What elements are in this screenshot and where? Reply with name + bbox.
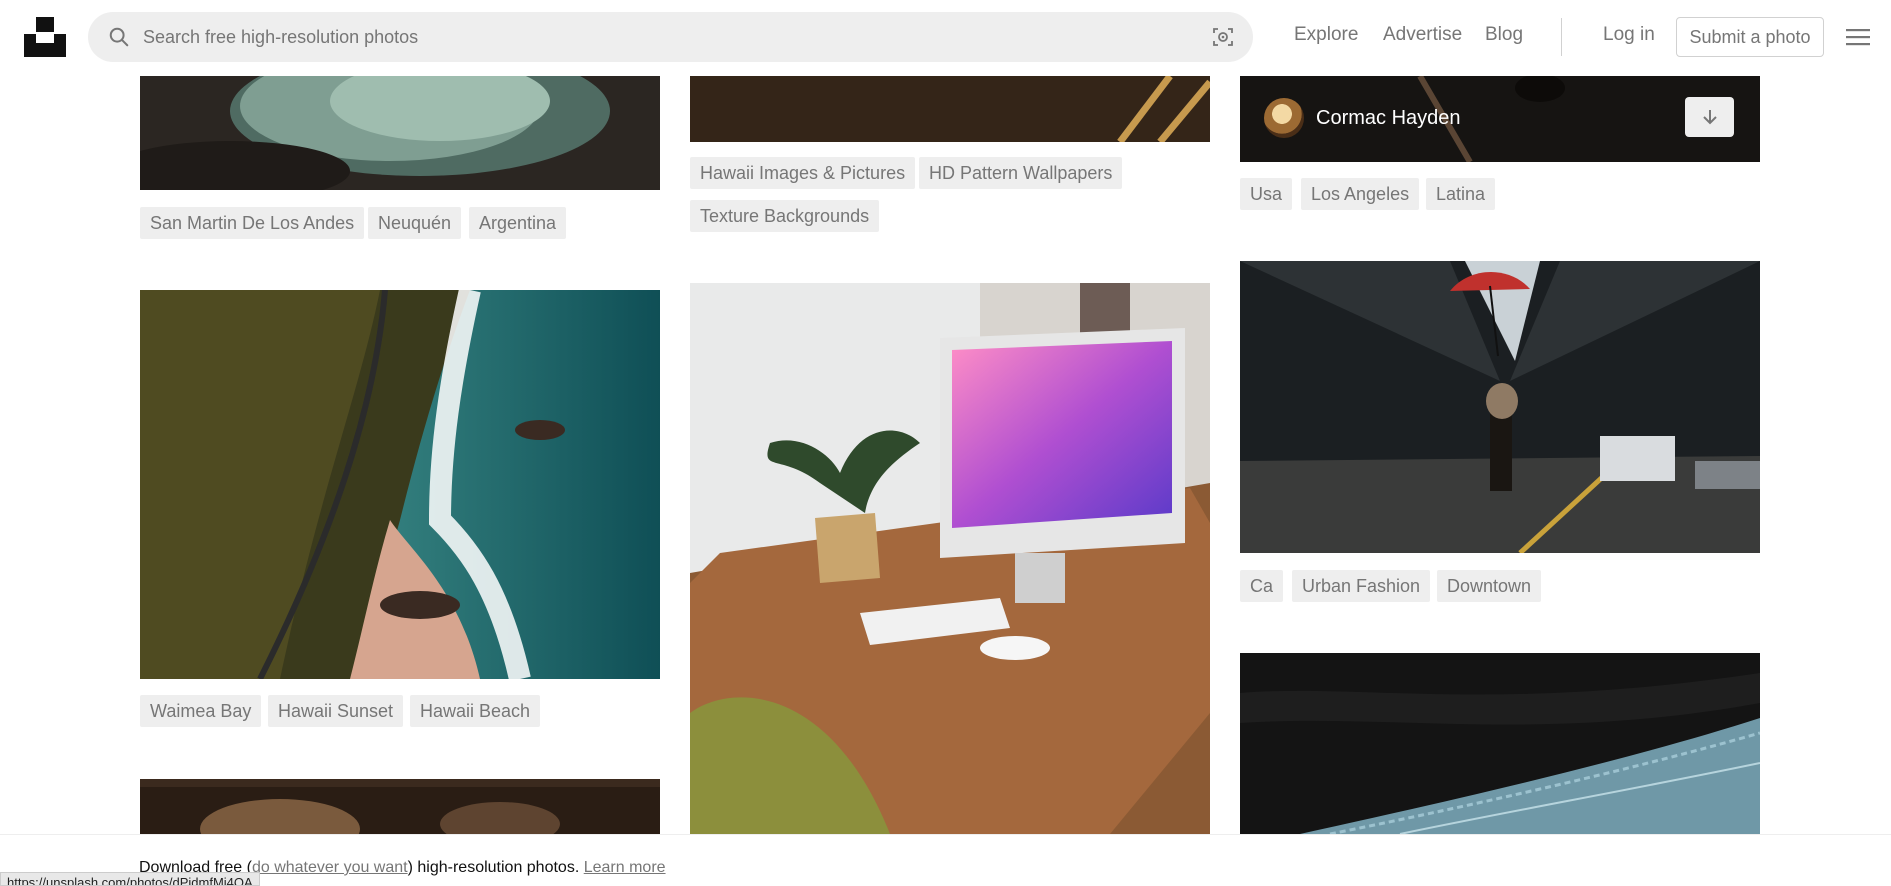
submit-photo-button[interactable]: Submit a photo	[1676, 17, 1824, 57]
tag-chip[interactable]: Waimea Bay	[140, 695, 262, 727]
author-avatar[interactable]	[1264, 98, 1304, 138]
banner-middle: ) high-resolution photos.	[407, 859, 584, 876]
unsplash-logo-icon[interactable]	[24, 15, 66, 57]
arrow-down-icon	[1702, 110, 1717, 125]
tag-chip[interactable]: HD Pattern Wallpapers	[919, 157, 1123, 189]
photo-wood-texture[interactable]	[690, 76, 1210, 142]
photo-denim-fabric[interactable]	[1240, 653, 1760, 834]
learn-more-link[interactable]: Learn more	[584, 859, 666, 876]
tag-chip[interactable]: Los Angeles	[1301, 178, 1420, 210]
license-link[interactable]: do whatever you want	[252, 859, 408, 876]
tag-chip[interactable]: Usa	[1240, 178, 1293, 210]
photo-urban-umbrella[interactable]	[1240, 261, 1760, 553]
nav-blog-link[interactable]: Blog	[1485, 24, 1523, 46]
search-bar[interactable]	[88, 12, 1253, 62]
status-bar-url: https://unsplash.com/photos/dPidmfMi4QA	[0, 872, 260, 886]
bottom-banner: Download free (do whatever you want) hig…	[0, 834, 1891, 886]
tag-chip[interactable]: Downtown	[1437, 570, 1542, 602]
hamburger-menu-icon[interactable]	[1845, 25, 1871, 49]
photo-succulents[interactable]	[140, 76, 660, 190]
photo-imac-desk[interactable]	[690, 283, 1210, 834]
author-info[interactable]: Cormac Hayden	[1264, 98, 1461, 138]
search-input[interactable]	[143, 12, 1143, 62]
search-icon[interactable]	[108, 26, 130, 48]
nav-divider	[1561, 18, 1562, 56]
tag-chip[interactable]: Ca	[1240, 570, 1284, 602]
tag-chip[interactable]: Texture Backgrounds	[690, 200, 880, 232]
visual-search-icon[interactable]	[1211, 25, 1235, 49]
tag-chip[interactable]: Argentina	[469, 207, 567, 239]
author-name[interactable]: Cormac Hayden	[1316, 107, 1461, 130]
tag-chip[interactable]: Hawaii Beach	[410, 695, 541, 727]
photo-interior-lights[interactable]	[140, 779, 660, 834]
nav-explore-link[interactable]: Explore	[1294, 24, 1358, 46]
login-link[interactable]: Log in	[1603, 24, 1655, 46]
photo-waimea-bay[interactable]	[140, 290, 660, 679]
nav-advertise-link[interactable]: Advertise	[1383, 24, 1462, 46]
tag-chip[interactable]: Hawaii Images & Pictures	[690, 157, 916, 189]
tag-chip[interactable]: San Martin De Los Andes	[140, 207, 365, 239]
tag-chip[interactable]: Neuquén	[368, 207, 462, 239]
tag-chip[interactable]: Hawaii Sunset	[268, 695, 404, 727]
download-button[interactable]	[1685, 97, 1734, 137]
tag-chip[interactable]: Latina	[1426, 178, 1496, 210]
top-header: Explore Advertise Blog Log in Submit a p…	[0, 0, 1891, 76]
tag-chip[interactable]: Urban Fashion	[1292, 570, 1431, 602]
